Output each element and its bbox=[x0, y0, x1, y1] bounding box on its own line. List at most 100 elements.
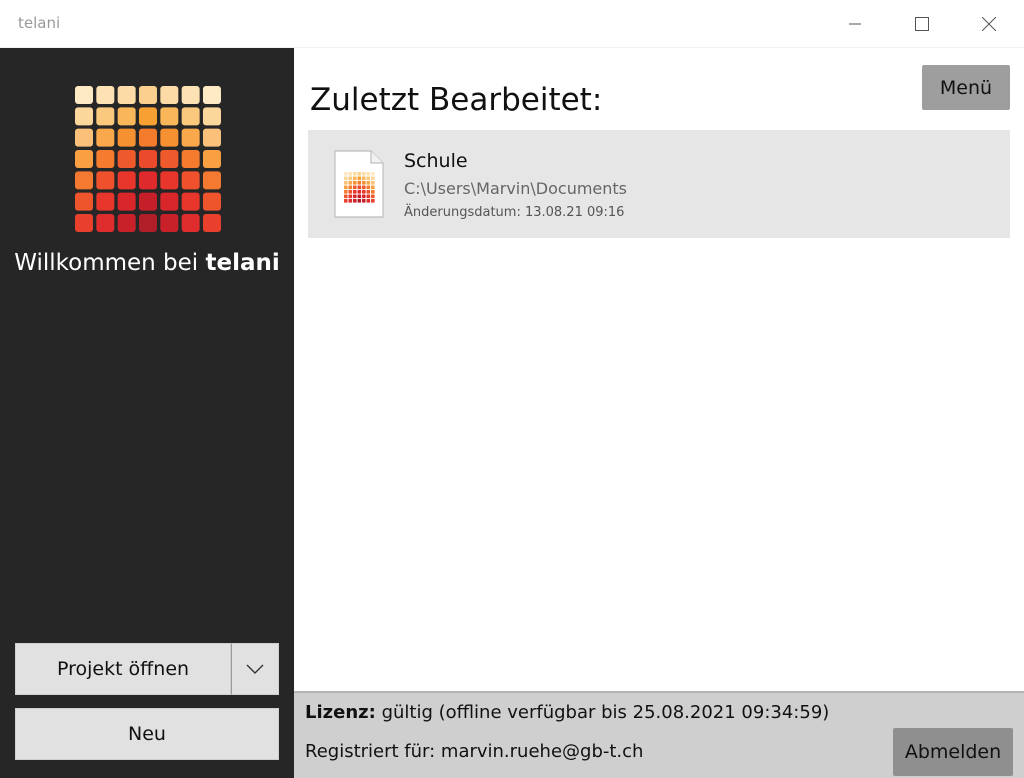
logo-cell bbox=[366, 199, 371, 203]
logo-cell bbox=[362, 190, 366, 194]
page-title: Zuletzt Bearbeitet: bbox=[310, 82, 603, 118]
logo-cell bbox=[353, 176, 357, 181]
logo-cell bbox=[181, 192, 200, 211]
logo-cell bbox=[138, 192, 157, 211]
logo-cell bbox=[75, 192, 93, 211]
minimize-icon bbox=[849, 23, 861, 25]
recent-project-modified: Änderungsdatum: 13.08.21 09:16 bbox=[404, 205, 625, 220]
logout-button[interactable]: Abmelden bbox=[893, 728, 1013, 776]
window-title: telani bbox=[18, 14, 61, 32]
maximize-button[interactable] bbox=[889, 0, 955, 48]
logo-cell bbox=[366, 176, 371, 181]
logo-cell bbox=[357, 176, 362, 181]
logo-cell bbox=[348, 172, 353, 176]
logo-cell bbox=[181, 128, 200, 147]
logo-cell bbox=[362, 185, 366, 190]
logo-cell bbox=[96, 86, 115, 104]
logo-cell bbox=[371, 199, 375, 203]
license-footer: Lizenz: gültig (offline verfügbar bis 25… bbox=[294, 691, 1024, 778]
logo-cell bbox=[202, 192, 221, 211]
logo-cell bbox=[344, 176, 348, 181]
recent-project-item[interactable]: Schule C:\Users\Marvin\Documents Änderun… bbox=[308, 130, 1010, 238]
logo-cell bbox=[348, 176, 353, 181]
logo-cell bbox=[348, 190, 353, 194]
logo-cell bbox=[96, 128, 115, 147]
logo-cell bbox=[117, 213, 136, 232]
logo-cell bbox=[117, 107, 136, 126]
logo-cell bbox=[181, 86, 200, 104]
license-text: gültig (offline verfügbar bis 25.08.2021… bbox=[381, 702, 830, 723]
logo-cell bbox=[366, 194, 371, 199]
minimize-button[interactable] bbox=[822, 0, 888, 48]
open-project-dropdown-button[interactable] bbox=[231, 643, 279, 695]
project-file-icon bbox=[334, 150, 384, 218]
logo-cell bbox=[138, 149, 157, 168]
logo-cell bbox=[75, 86, 93, 104]
logo-cell bbox=[344, 194, 348, 199]
logo-cell bbox=[353, 190, 357, 194]
logo-cell bbox=[75, 128, 93, 147]
logo-cell bbox=[348, 185, 353, 190]
logo-cell bbox=[348, 181, 353, 185]
logo-cell bbox=[202, 149, 221, 168]
logo-cell bbox=[202, 213, 221, 232]
logo-cell bbox=[344, 172, 348, 176]
logo-cell bbox=[138, 107, 157, 126]
menu-button[interactable]: Menü bbox=[922, 65, 1010, 110]
logo-cell bbox=[353, 172, 357, 176]
recent-project-name: Schule bbox=[404, 150, 468, 172]
new-project-label: Neu bbox=[128, 723, 166, 745]
sidebar: Willkommen bei telani Projekt öffnen Neu bbox=[0, 48, 294, 778]
logo-cell bbox=[160, 213, 179, 232]
recent-project-path: C:\Users\Marvin\Documents bbox=[404, 179, 628, 198]
menu-label: Menü bbox=[939, 76, 993, 99]
logo-cell bbox=[96, 107, 115, 126]
logo-cell bbox=[357, 181, 362, 185]
chevron-down-icon bbox=[246, 664, 264, 674]
logo-cell bbox=[138, 213, 157, 232]
logo-cell bbox=[362, 172, 366, 176]
logo-cell bbox=[357, 194, 362, 199]
logout-label: Abmelden bbox=[904, 741, 1002, 763]
logo-cell bbox=[371, 190, 375, 194]
logo-cell bbox=[348, 194, 353, 199]
logo-cell bbox=[202, 171, 221, 190]
logo-cell bbox=[371, 172, 375, 176]
logo-cell bbox=[366, 185, 371, 190]
logo-cell bbox=[371, 176, 375, 181]
license-status: Lizenz: gültig (offline verfügbar bis 25… bbox=[305, 702, 829, 723]
logo-cell bbox=[344, 181, 348, 185]
logo-cell bbox=[202, 128, 221, 147]
logo-cell bbox=[357, 190, 362, 194]
logo-cell bbox=[344, 190, 348, 194]
logo-cell bbox=[96, 149, 115, 168]
logo-cell bbox=[117, 171, 136, 190]
maximize-icon bbox=[915, 17, 929, 31]
logo-cell bbox=[181, 213, 200, 232]
logo-cell bbox=[96, 171, 115, 190]
logo-cell bbox=[202, 86, 221, 104]
logo-cell bbox=[117, 192, 136, 211]
logo-cell bbox=[181, 107, 200, 126]
logo-cell bbox=[353, 194, 357, 199]
logo-cell bbox=[75, 213, 93, 232]
logo-cell bbox=[353, 199, 357, 203]
logo-cell bbox=[362, 199, 366, 203]
logo-cell bbox=[357, 185, 362, 190]
open-project-button[interactable]: Projekt öffnen bbox=[15, 643, 231, 695]
logo-cell bbox=[75, 149, 93, 168]
logo-cell bbox=[138, 171, 157, 190]
license-label: Lizenz: bbox=[305, 702, 376, 723]
close-button[interactable] bbox=[956, 0, 1022, 48]
logo-cell bbox=[160, 128, 179, 147]
new-project-button[interactable]: Neu bbox=[15, 708, 279, 760]
logo-cell bbox=[371, 181, 375, 185]
welcome-prefix: Willkommen bei bbox=[14, 250, 199, 276]
logo-cell bbox=[96, 213, 115, 232]
logo-cell bbox=[138, 128, 157, 147]
title-bar: telani bbox=[0, 0, 1024, 48]
logo-cell bbox=[366, 181, 371, 185]
logo-cell bbox=[117, 128, 136, 147]
telani-logo bbox=[75, 86, 221, 232]
logo-cell bbox=[366, 190, 371, 194]
